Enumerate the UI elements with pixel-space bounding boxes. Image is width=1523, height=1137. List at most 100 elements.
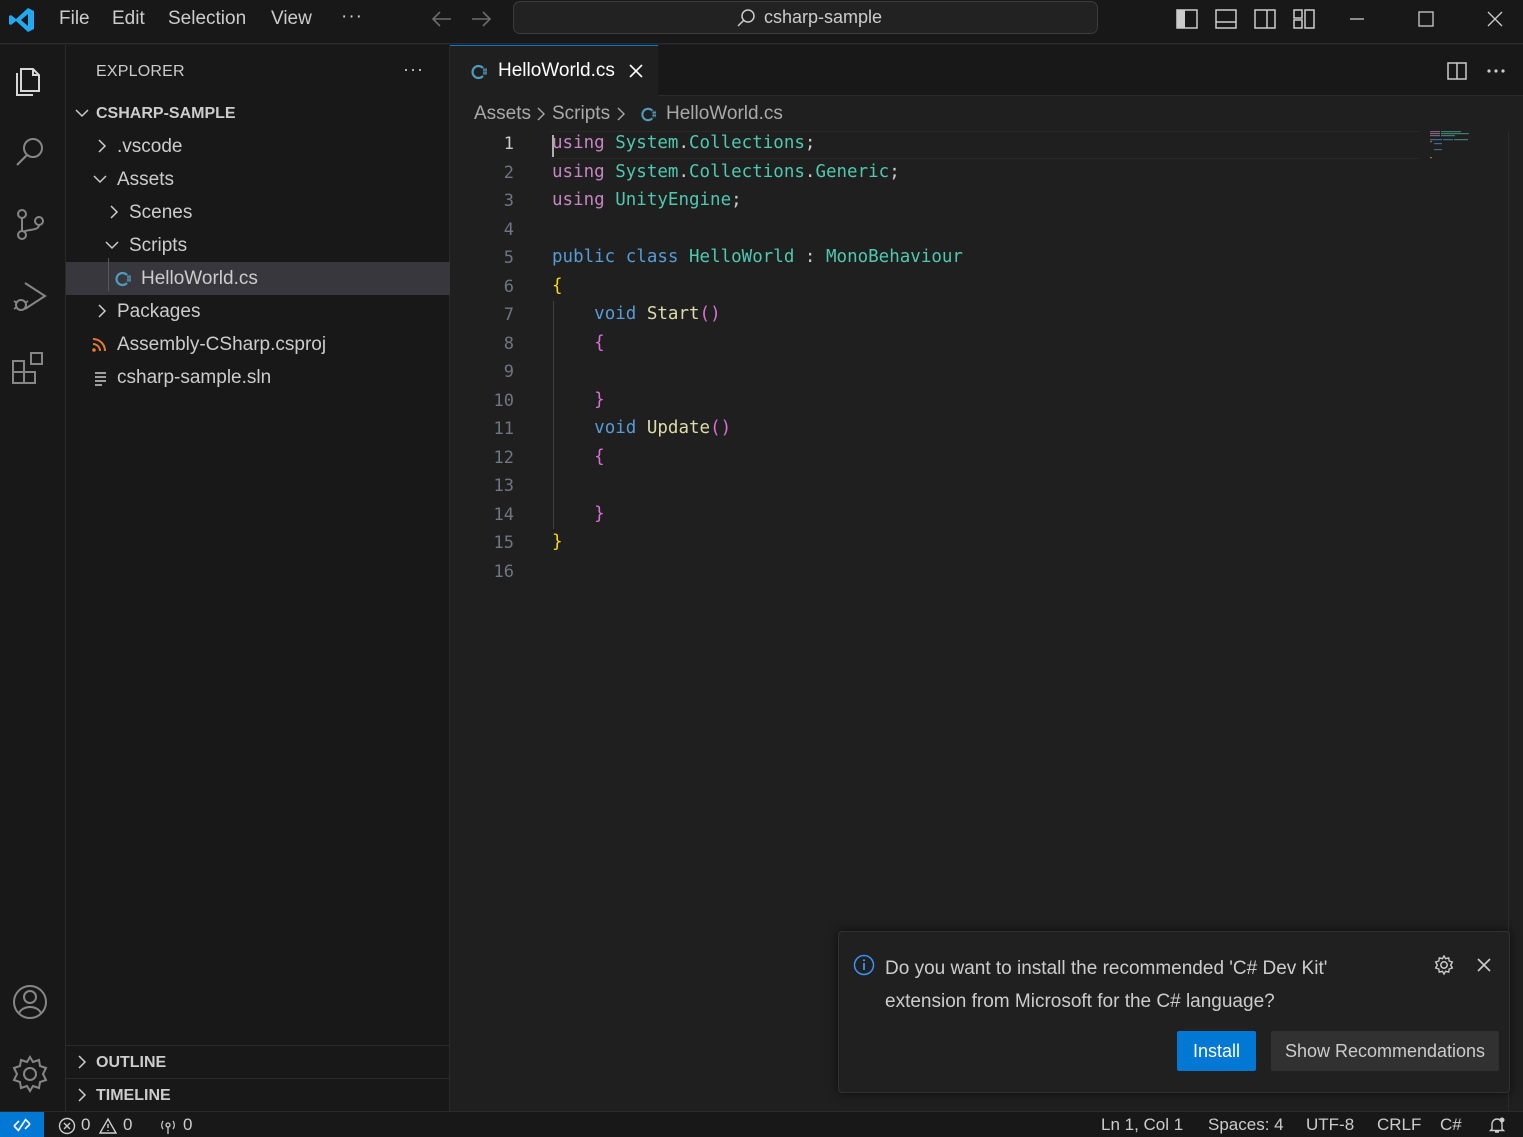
toggle-primary-sidebar-icon[interactable] bbox=[1175, 7, 1199, 31]
line-number: 11 bbox=[493, 419, 514, 439]
chevron-down-icon bbox=[105, 241, 119, 250]
tree-root-label: CSHARP-SAMPLE bbox=[96, 105, 236, 122]
line-number: 14 bbox=[493, 505, 514, 525]
tree-item-assets[interactable]: Assets bbox=[66, 163, 450, 196]
status-bar: 0 0 0 Ln 1, Col 1 Spaces: 4 UTF-8 CRLF C… bbox=[0, 1111, 1523, 1137]
line-ending[interactable]: CRLF bbox=[1377, 1115, 1421, 1135]
settings-gear-icon[interactable] bbox=[9, 1053, 51, 1095]
menu-more-button[interactable]: ··· bbox=[341, 6, 363, 28]
error-icon bbox=[58, 1117, 76, 1135]
line-number: 9 bbox=[503, 362, 514, 382]
breadcrumb: Assets Scripts HelloWorld.cs bbox=[450, 97, 1523, 131]
menu-view[interactable]: View bbox=[271, 7, 312, 31]
tree-item-csproj[interactable]: Assembly-CSharp.csproj bbox=[66, 328, 450, 361]
forward-arrow-icon[interactable] bbox=[469, 8, 493, 30]
close-window-icon[interactable] bbox=[1482, 6, 1508, 32]
title-bar: File Edit Selection View ··· csharp-samp… bbox=[0, 0, 1523, 44]
tree-item-label: csharp-sample.sln bbox=[117, 367, 272, 388]
tree-item-helloworld-cs[interactable]: HelloWorld.cs bbox=[66, 262, 450, 295]
notification-message: Do you want to install the recommended '… bbox=[885, 958, 1328, 1012]
menu-edit[interactable]: Edit bbox=[112, 7, 145, 31]
breadcrumb-file[interactable]: HelloWorld.cs bbox=[666, 103, 783, 125]
chevron-right-icon bbox=[617, 107, 625, 121]
line-number: 10 bbox=[493, 391, 514, 411]
breadcrumb-scripts[interactable]: Scripts bbox=[552, 103, 610, 125]
encoding[interactable]: UTF-8 bbox=[1306, 1115, 1354, 1135]
search-icon[interactable] bbox=[9, 131, 51, 173]
explorer-icon[interactable] bbox=[9, 59, 51, 101]
code-line: using UnityEngine; bbox=[552, 190, 742, 210]
ports-broadcast-icon bbox=[161, 1120, 175, 1134]
accounts-icon[interactable] bbox=[9, 981, 51, 1023]
indentation[interactable]: Spaces: 4 bbox=[1208, 1115, 1284, 1135]
line-number: 13 bbox=[493, 476, 514, 496]
chevron-right-icon bbox=[78, 1088, 87, 1102]
tree-item-scripts[interactable]: Scripts bbox=[66, 229, 450, 262]
line-number: 7 bbox=[503, 305, 514, 325]
menu-selection[interactable]: Selection bbox=[168, 7, 246, 31]
tree-item-vscode[interactable]: .vscode bbox=[66, 130, 450, 163]
tab-helloworld-cs[interactable]: HelloWorld.cs bbox=[450, 45, 658, 97]
csharp-file-icon bbox=[115, 271, 131, 287]
line-number: 2 bbox=[503, 163, 514, 183]
remote-indicator[interactable] bbox=[0, 1112, 44, 1137]
toggle-panel-icon[interactable] bbox=[1214, 7, 1238, 31]
warning-count[interactable]: 0 bbox=[123, 1115, 132, 1135]
tree-item-label: HelloWorld.cs bbox=[141, 268, 258, 289]
tree-item-scenes[interactable]: Scenes bbox=[66, 196, 450, 229]
minimize-icon[interactable] bbox=[1344, 6, 1370, 32]
install-button[interactable]: Install bbox=[1177, 1031, 1256, 1071]
line-number: 5 bbox=[503, 248, 514, 268]
timeline-section[interactable]: TIMELINE bbox=[66, 1078, 450, 1111]
close-tab-icon[interactable] bbox=[626, 61, 646, 81]
gear-icon[interactable] bbox=[1433, 954, 1455, 976]
outline-section[interactable]: OUTLINE bbox=[66, 1045, 450, 1078]
customize-layout-icon[interactable] bbox=[1292, 7, 1316, 31]
chevron-down-icon bbox=[75, 109, 89, 118]
activity-bar bbox=[0, 45, 66, 1111]
toggle-secondary-sidebar-icon[interactable] bbox=[1253, 7, 1277, 31]
back-arrow-icon[interactable] bbox=[430, 8, 454, 30]
vertical-scrollbar[interactable] bbox=[1508, 131, 1523, 1111]
tree-item-label: Scenes bbox=[129, 202, 193, 223]
code-line: using System.Collections; bbox=[552, 133, 816, 153]
split-editor-icon[interactable] bbox=[1446, 60, 1468, 82]
chevron-down-icon bbox=[93, 175, 107, 184]
csharp-file-icon bbox=[471, 64, 487, 80]
line-number: 15 bbox=[493, 533, 514, 553]
maximize-icon[interactable] bbox=[1413, 6, 1439, 32]
minimap[interactable] bbox=[1428, 131, 1488, 171]
chevron-right-icon bbox=[78, 1055, 87, 1069]
rss-file-icon bbox=[92, 338, 106, 352]
tree-item-label: Assembly-CSharp.csproj bbox=[117, 334, 327, 355]
breadcrumb-assets[interactable]: Assets bbox=[474, 103, 531, 125]
text-file-icon bbox=[95, 372, 106, 386]
code-line: { bbox=[594, 447, 605, 467]
tree-item-label: Scripts bbox=[129, 235, 188, 256]
more-actions-icon[interactable] bbox=[1485, 60, 1507, 82]
source-control-icon[interactable] bbox=[9, 203, 51, 245]
line-number: 12 bbox=[493, 448, 514, 468]
vscode-logo-icon[interactable] bbox=[8, 6, 36, 34]
sidebar-more-button[interactable]: ··· bbox=[403, 59, 424, 80]
search-icon bbox=[737, 9, 755, 27]
ports-count[interactable]: 0 bbox=[183, 1115, 192, 1135]
extensions-icon[interactable] bbox=[9, 347, 51, 389]
close-icon[interactable] bbox=[1474, 955, 1494, 975]
cursor-position[interactable]: Ln 1, Col 1 bbox=[1101, 1115, 1183, 1135]
indent-guide bbox=[553, 301, 554, 529]
menu-file[interactable]: File bbox=[59, 7, 90, 31]
tree-item-packages[interactable]: Packages bbox=[66, 295, 450, 328]
sidebar-title: EXPLORER bbox=[96, 63, 185, 80]
run-and-debug-icon[interactable] bbox=[9, 275, 51, 317]
tree-item-sln[interactable]: csharp-sample.sln bbox=[66, 361, 450, 394]
error-count[interactable]: 0 bbox=[81, 1115, 90, 1135]
notifications-bell-icon[interactable] bbox=[1488, 1116, 1506, 1134]
tree-root-folder[interactable]: CSHARP-SAMPLE bbox=[66, 97, 450, 130]
code-line: } bbox=[594, 504, 605, 524]
explorer-sidebar: EXPLORER ··· CSHARP-SAMPLE .vscode Asset… bbox=[66, 45, 450, 1111]
line-number: 8 bbox=[503, 334, 514, 354]
language-mode[interactable]: C# bbox=[1440, 1115, 1462, 1135]
command-center-search[interactable]: csharp-sample bbox=[513, 1, 1098, 34]
show-recommendations-button[interactable]: Show Recommendations bbox=[1271, 1031, 1499, 1071]
